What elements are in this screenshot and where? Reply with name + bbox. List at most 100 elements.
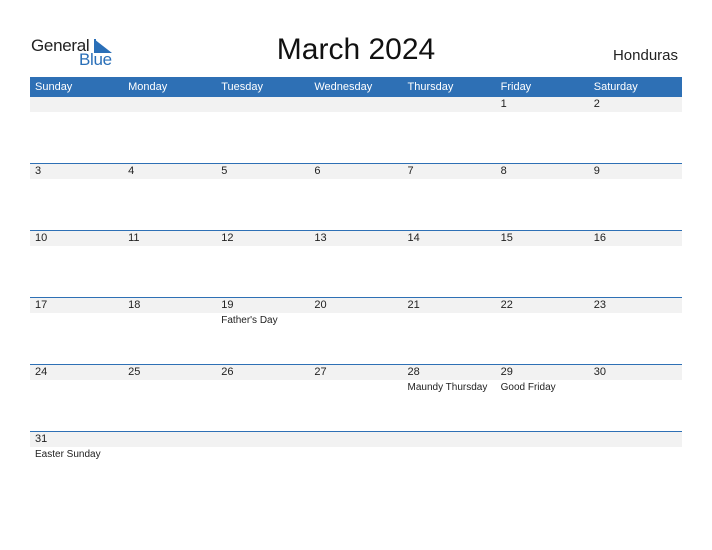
day-cell: 8 — [496, 164, 589, 230]
country-label: Honduras — [612, 47, 678, 64]
holiday-label: Easter Sunday — [35, 449, 101, 460]
weeks-container: 1 2 3 4 5 6 7 8 9 10 11 12 13 14 15 16 17 18 19 Father's Da… — [30, 97, 682, 498]
day-number: 15 — [500, 232, 513, 244]
day-cell: 3 — [30, 164, 123, 230]
day-cell: 4 — [123, 164, 216, 230]
week-row: 17 18 19 Father's Day 20 21 22 23 — [30, 297, 682, 364]
day-number: 30 — [593, 366, 606, 378]
week-cells: 24 25 26 27 28 Maundy Thursday 29 Good Friday 30 — [30, 365, 682, 431]
day-number: 20 — [314, 299, 327, 311]
empty-cell — [30, 97, 123, 163]
week-row: 31 Easter Sunday — [30, 431, 682, 498]
day-number: 23 — [593, 299, 606, 311]
weekday-sunday: Sunday — [35, 81, 73, 93]
empty-cell — [216, 432, 309, 498]
day-number: 17 — [35, 299, 48, 311]
day-cell: 25 — [123, 365, 216, 431]
day-number: 9 — [593, 165, 600, 177]
empty-cell — [216, 97, 309, 163]
day-number — [408, 98, 496, 113]
day-number: 18 — [128, 299, 141, 311]
day-cell: 13 — [309, 231, 402, 297]
day-number: 29 — [500, 366, 513, 378]
holiday-label: Good Friday — [500, 382, 556, 393]
day-number: 27 — [314, 366, 327, 378]
day-cell: 10 — [30, 231, 123, 297]
day-cell: 12 — [216, 231, 309, 297]
day-cell: 11 — [123, 231, 216, 297]
week-cells: 17 18 19 Father's Day 20 21 22 23 — [30, 298, 682, 364]
day-cell: 24 — [30, 365, 123, 431]
day-number: 10 — [35, 232, 48, 244]
empty-cell — [309, 432, 402, 498]
day-cell: 7 — [403, 164, 496, 230]
day-cell: 15 — [496, 231, 589, 297]
day-number — [35, 98, 123, 113]
empty-cell — [589, 432, 682, 498]
week-row: 24 25 26 27 28 Maundy Thursday 29 Good Friday 30 — [30, 364, 682, 431]
day-cell: 16 — [589, 231, 682, 297]
day-cell: 21 — [403, 298, 496, 364]
week-row: 3 4 5 6 7 8 9 — [30, 163, 682, 230]
day-number: 14 — [407, 232, 420, 244]
day-number — [221, 98, 309, 113]
weekday-saturday: Saturday — [593, 81, 638, 93]
day-number: 4 — [128, 165, 135, 177]
week-cells: 12 — [30, 97, 682, 163]
day-cell: 2 — [589, 97, 682, 163]
day-number: 7 — [407, 165, 414, 177]
day-number: 21 — [407, 299, 420, 311]
day-number: 24 — [35, 366, 48, 378]
calendar-grid: Sunday Monday Tuesday Wednesday Thursday… — [30, 77, 682, 498]
day-number: 8 — [500, 165, 507, 177]
day-cell: 18 — [123, 298, 216, 364]
day-number: 25 — [128, 366, 141, 378]
day-cell: 9 — [589, 164, 682, 230]
day-number: 1 — [500, 98, 507, 110]
week-row: 10 11 12 13 14 15 16 — [30, 230, 682, 297]
day-cell: 27 — [309, 365, 402, 431]
holiday-label: Maundy Thursday — [407, 382, 488, 393]
week-row: 12 — [30, 97, 682, 163]
calendar-title: March 2024 — [276, 33, 436, 66]
day-number: 26 — [221, 366, 234, 378]
day-number — [128, 98, 216, 113]
holiday-label: Father's Day — [221, 315, 278, 326]
day-cell: 6 — [309, 164, 402, 230]
weekday-tuesday: Tuesday — [221, 81, 264, 93]
day-cell: 5 — [216, 164, 309, 230]
week-cells: 31 Easter Sunday — [30, 432, 682, 498]
day-cell: 19 Father's Day — [216, 298, 309, 364]
day-number — [128, 433, 216, 448]
day-cell: 1 — [496, 97, 589, 163]
day-number — [594, 433, 682, 448]
day-number — [408, 433, 496, 448]
empty-cell — [123, 97, 216, 163]
day-number: 13 — [314, 232, 327, 244]
day-cell: 20 — [309, 298, 402, 364]
day-number: 31 — [35, 433, 48, 445]
day-number: 12 — [221, 232, 234, 244]
empty-cell — [403, 97, 496, 163]
day-number: 19 — [221, 299, 234, 311]
day-number — [314, 98, 402, 113]
day-cell: 28 Maundy Thursday — [403, 365, 496, 431]
day-cell: 30 — [589, 365, 682, 431]
day-cell: 14 — [403, 231, 496, 297]
day-number: 11 — [128, 232, 140, 244]
day-number: 5 — [221, 165, 228, 177]
day-number: 16 — [593, 232, 606, 244]
day-number: 22 — [500, 299, 513, 311]
weekday-wednesday: Wednesday — [314, 81, 373, 93]
day-number — [314, 433, 402, 448]
day-number: 28 — [407, 366, 420, 378]
week-cells: 10 11 12 13 14 15 16 — [30, 231, 682, 297]
empty-cell — [496, 432, 589, 498]
day-number — [501, 433, 589, 448]
day-number: 2 — [593, 98, 600, 110]
day-number: 3 — [35, 165, 42, 177]
day-cell: 23 — [589, 298, 682, 364]
weekday-header: Sunday Monday Tuesday Wednesday Thursday… — [30, 77, 682, 97]
day-number — [221, 433, 309, 448]
weekday-friday: Friday — [500, 81, 532, 93]
